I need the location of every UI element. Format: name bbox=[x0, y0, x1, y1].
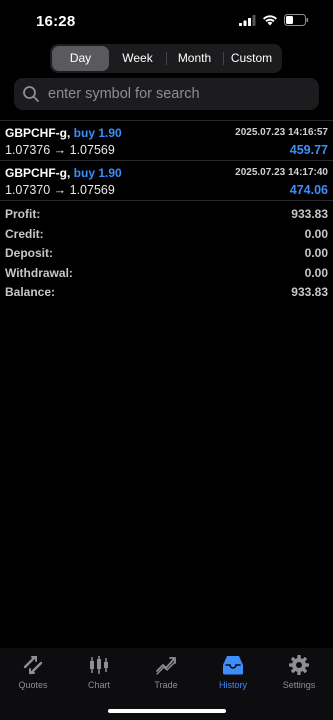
tab-trade[interactable]: Trade bbox=[133, 648, 199, 698]
cellular-signal-icon bbox=[239, 14, 256, 26]
summary-label: Profit: bbox=[5, 207, 41, 221]
summary-label: Deposit: bbox=[5, 246, 53, 260]
search-icon bbox=[23, 86, 39, 102]
quotes-icon bbox=[23, 655, 43, 675]
tab-chart[interactable]: Chart bbox=[66, 648, 132, 698]
deal-side: buy 1.90 bbox=[73, 126, 122, 140]
summary-row-balance: Balance: 933.83 bbox=[0, 283, 333, 303]
deal-row[interactable]: GBPCHF-g, buy 1.90 2025.07.23 14:17:40 1… bbox=[0, 161, 333, 201]
deal-prices: 1.07376 → 1.07569 bbox=[5, 143, 115, 157]
summary-value: 933.83 bbox=[291, 285, 328, 299]
history-icon bbox=[223, 656, 243, 675]
deal-symbol-line: GBPCHF-g, buy 1.90 bbox=[5, 126, 122, 140]
deal-row[interactable]: GBPCHF-g, buy 1.90 2025.07.23 14:16:57 1… bbox=[0, 121, 333, 161]
deal-side: buy 1.90 bbox=[73, 166, 122, 180]
deal-prices: 1.07370 → 1.07569 bbox=[5, 183, 115, 197]
period-segmented-control: Day Week Month Custom bbox=[50, 44, 282, 73]
tab-week[interactable]: Week bbox=[109, 46, 166, 71]
summary-value: 933.83 bbox=[291, 207, 328, 221]
status-bar: 16:28 bbox=[0, 0, 333, 44]
trade-icon bbox=[156, 657, 176, 675]
search-input[interactable] bbox=[46, 85, 310, 103]
summary-value: 0.00 bbox=[304, 226, 328, 241]
tab-label: History bbox=[218, 680, 247, 690]
status-icons bbox=[239, 14, 309, 26]
tab-custom[interactable]: Custom bbox=[223, 46, 280, 71]
tab-settings[interactable]: Settings bbox=[266, 648, 332, 698]
summary-label: Withdrawal: bbox=[5, 265, 73, 280]
tab-quotes[interactable]: Quotes bbox=[0, 648, 66, 698]
summary-row-withdrawal: Withdrawal: 0.00 bbox=[0, 264, 333, 284]
battery-icon bbox=[284, 14, 309, 26]
deal-datetime: 2025.07.23 14:17:40 bbox=[235, 167, 328, 178]
status-time: 16:28 bbox=[36, 13, 76, 30]
chart-icon bbox=[90, 656, 108, 674]
settings-icon bbox=[289, 655, 309, 675]
summary-label: Credit: bbox=[5, 226, 44, 241]
summary-row-profit: Profit: 933.83 bbox=[0, 205, 333, 225]
wifi-icon bbox=[263, 15, 277, 26]
tab-label: Chart bbox=[87, 680, 110, 690]
search-bar bbox=[14, 78, 319, 110]
deal-symbol: GBPCHF-g, bbox=[5, 166, 71, 180]
tab-month[interactable]: Month bbox=[166, 46, 223, 71]
deal-symbol: GBPCHF-g, bbox=[5, 126, 71, 140]
deal-symbol-line: GBPCHF-g, buy 1.90 bbox=[5, 166, 122, 180]
deal-datetime: 2025.07.23 14:16:57 bbox=[235, 127, 328, 138]
tab-label: Trade bbox=[154, 680, 178, 690]
summary-value: 0.00 bbox=[304, 246, 328, 260]
tab-history[interactable]: History bbox=[200, 648, 266, 698]
home-indicator bbox=[108, 709, 226, 713]
deal-profit: 459.77 bbox=[289, 143, 328, 157]
summary-row-deposit: Deposit: 0.00 bbox=[0, 244, 333, 264]
account-summary: Profit: 933.83 Credit: 0.00 Deposit: 0.0… bbox=[0, 205, 333, 303]
tab-label: Settings bbox=[282, 680, 316, 690]
summary-value: 0.00 bbox=[304, 265, 328, 280]
tab-label: Quotes bbox=[18, 680, 48, 690]
deal-profit: 474.06 bbox=[289, 183, 328, 197]
summary-row-credit: Credit: 0.00 bbox=[0, 225, 333, 245]
tab-day[interactable]: Day bbox=[52, 46, 109, 71]
divider bbox=[0, 200, 333, 201]
summary-label: Balance: bbox=[5, 285, 56, 299]
